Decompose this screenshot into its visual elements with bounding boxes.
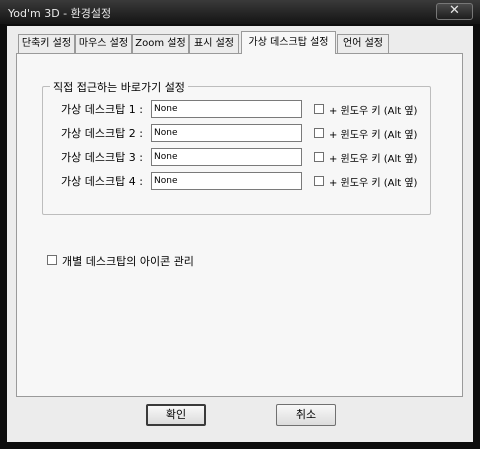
tab-shortcut-settings[interactable]: 단축키 설정 bbox=[18, 34, 75, 53]
title-bar[interactable]: Yod'm 3D - 환경설정 ✕ bbox=[0, 0, 480, 24]
cancel-button[interactable]: 취소 bbox=[276, 404, 336, 426]
groupbox-title: 직접 접근하는 바로가기 설정 bbox=[50, 79, 188, 95]
desktop-2-winkey-label: + 윈도우 키 (Alt 옆) bbox=[329, 130, 418, 141]
shortcut-groupbox: 직접 접근하는 바로가기 설정 가상 데스크탑 1 : None + 윈도우 키… bbox=[42, 79, 431, 215]
desktop-1-hotkey-field[interactable]: None bbox=[151, 100, 302, 118]
virtual-desktop-panel: 직접 접근하는 바로가기 설정 가상 데스크탑 1 : None + 윈도우 키… bbox=[16, 53, 463, 397]
icon-manage-checkbox[interactable] bbox=[47, 255, 57, 265]
tab-mouse-settings[interactable]: 마우스 설정 bbox=[75, 34, 132, 53]
desktop-1-winkey-checkbox[interactable] bbox=[314, 104, 324, 114]
dialog-client-area: 단축키 설정 마우스 설정 Zoom 설정 표시 설정 가상 데스크탑 설정 언… bbox=[7, 26, 473, 442]
ok-button[interactable]: 확인 bbox=[146, 404, 206, 426]
tab-zoom-settings[interactable]: Zoom 설정 bbox=[132, 34, 189, 53]
desktop-4-label: 가상 데스크탑 4 : bbox=[61, 175, 143, 188]
desktop-2-hotkey-field[interactable]: None bbox=[151, 124, 302, 142]
desktop-4-winkey-label: + 윈도우 키 (Alt 옆) bbox=[329, 178, 418, 189]
icon-manage-label: 개별 데스크탑의 아이콘 관리 bbox=[62, 255, 194, 268]
desktop-3-hotkey-field[interactable]: None bbox=[151, 148, 302, 166]
desktop-3-winkey-label: + 윈도우 키 (Alt 옆) bbox=[329, 154, 418, 165]
desktop-2-winkey-checkbox[interactable] bbox=[314, 128, 324, 138]
tab-language-settings[interactable]: 언어 설정 bbox=[337, 34, 389, 53]
desktop-4-hotkey-field[interactable]: None bbox=[151, 172, 302, 190]
desktop-2-label: 가상 데스크탑 2 : bbox=[61, 127, 143, 140]
desktop-1-winkey-label: + 윈도우 키 (Alt 옆) bbox=[329, 106, 418, 117]
desktop-3-winkey-checkbox[interactable] bbox=[314, 152, 324, 162]
close-icon[interactable]: ✕ bbox=[436, 3, 473, 20]
desktop-4-winkey-checkbox[interactable] bbox=[314, 176, 324, 186]
window-title: Yod'm 3D - 환경설정 bbox=[8, 7, 112, 20]
settings-window: Yod'm 3D - 환경설정 ✕ 단축키 설정 마우스 설정 Zoom 설정 … bbox=[0, 0, 480, 449]
desktop-3-label: 가상 데스크탑 3 : bbox=[61, 151, 143, 164]
tab-virtual-desktop-settings[interactable]: 가상 데스크탑 설정 bbox=[241, 31, 336, 54]
tab-display-settings[interactable]: 표시 설정 bbox=[189, 34, 239, 53]
desktop-1-label: 가상 데스크탑 1 : bbox=[61, 103, 143, 116]
